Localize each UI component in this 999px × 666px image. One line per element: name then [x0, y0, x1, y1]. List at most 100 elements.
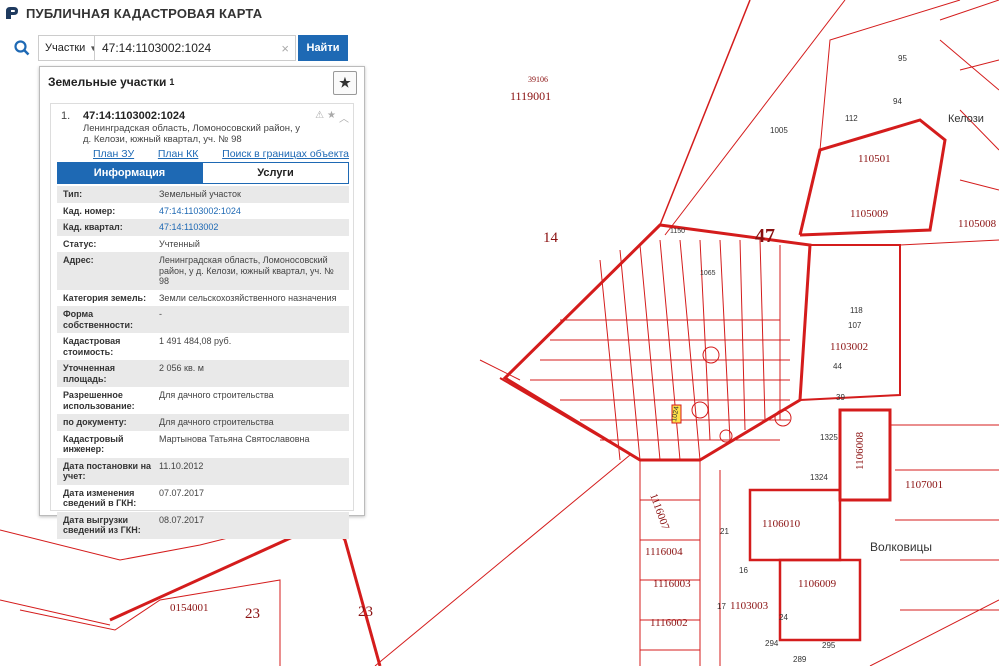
prop-key: Дата изменения сведений в ГКН:: [63, 487, 137, 509]
search-type-select[interactable]: Участки ▼: [38, 35, 97, 61]
prop-value-link[interactable]: 47:14:1103002: [159, 222, 345, 233]
prop-key: Кад. номер:: [63, 205, 116, 216]
properties-table: Тип: Земельный участок Кад. номер: 47:14:1…: [57, 186, 349, 539]
prop-row: Кад. номер: 47:14:1103002:1024: [57, 203, 349, 220]
result-cadastral-number[interactable]: 47:14:1103002:1024: [83, 110, 185, 122]
logo-icon[interactable]: [4, 5, 20, 21]
map-small-label: 1150: [670, 228, 685, 235]
prop-key: Адрес:: [63, 255, 94, 265]
tab-services[interactable]: Услуги: [202, 162, 349, 184]
quarter-label: 1116002: [650, 617, 688, 629]
result-card: 1. 47:14:1103002:1024 Ленинградская обла…: [50, 103, 354, 539]
prop-row: Уточненная площадь: 2 056 кв. м: [57, 360, 349, 387]
prop-row: Форма собственности: -: [57, 306, 349, 333]
map-small-label: 95: [898, 54, 907, 63]
map-small-label: 94: [893, 97, 902, 106]
prop-value: Земли сельскохозяйственного назначения: [159, 292, 337, 303]
map-small-label: 39: [836, 393, 845, 402]
star-icon[interactable]: ★: [327, 110, 336, 125]
prop-key: Тип:: [63, 189, 83, 199]
map-small-label: 39106: [528, 75, 548, 84]
prop-value: 11.10.2012: [159, 460, 204, 471]
district-label-23b: 23: [358, 604, 373, 620]
app-header: ПУБЛИЧНАЯ КАДАСТРОВАЯ КАРТА: [0, 0, 262, 26]
district-label-47: 47: [755, 225, 775, 247]
prop-key: Форма собственности:: [63, 309, 133, 330]
warning-icon[interactable]: ⚠: [315, 110, 324, 125]
map-small-label: 1065: [700, 270, 716, 277]
search-query: 47:14:1103002:1024: [102, 41, 212, 55]
prop-row: Дата постановки на учет: 11.10.2012: [57, 457, 349, 485]
place-label: Келози: [948, 113, 984, 125]
prop-value: 08.07.2017: [159, 514, 205, 525]
prop-key: Дата постановки на учет:: [63, 460, 152, 482]
map-small-label: 1324: [810, 473, 828, 482]
prop-row: Кад. квартал: 47:14:1103002: [57, 219, 349, 236]
quarter-label: 1116004: [645, 546, 683, 558]
map-small-label: 118: [850, 306, 863, 315]
prop-key: Уточненная площадь:: [63, 363, 115, 384]
quarter-label: 1107001: [905, 479, 943, 491]
search-input[interactable]: 47:14:1103002:1024 ×: [94, 35, 296, 61]
prop-value: Для дачного строительства: [159, 417, 274, 427]
map-small-label: 1325: [820, 433, 838, 442]
place-label: Волковицы: [870, 540, 932, 554]
map-small-label: 21: [720, 527, 729, 536]
district-label-23a: 23: [245, 606, 260, 622]
favorites-button[interactable]: ★: [333, 71, 357, 95]
result-count: 1: [169, 77, 175, 87]
search-type-value: Участки: [45, 42, 86, 54]
prop-key: по документу:: [63, 417, 127, 427]
quarter-label: 1103003: [730, 600, 769, 612]
quarter-label: 1119001: [510, 89, 551, 103]
search-icon[interactable]: [6, 34, 38, 62]
quarter-label: 0154001: [170, 602, 209, 614]
panel-header: Земельные участки 1 ★: [40, 67, 364, 97]
result-address: Ленинградская область, Ломоносовский рай…: [83, 123, 301, 145]
prop-value: 07.07.2017: [159, 487, 205, 498]
map-small-label: 44: [833, 362, 842, 371]
result-actions: ⚠ ★ ︿: [315, 110, 349, 125]
quarter-label: 1106010: [762, 518, 801, 530]
prop-value: Учтенный: [159, 238, 200, 249]
result-index: 1.: [61, 110, 71, 122]
prop-key: Кадастровая стоимость:: [63, 336, 121, 357]
quarter-label: 1103002: [830, 341, 868, 353]
prop-key: Категория земель:: [63, 292, 147, 303]
star-icon: ★: [339, 75, 351, 90]
prop-key: Разрешенное использование:: [63, 390, 135, 411]
clear-icon[interactable]: ×: [281, 41, 289, 56]
quarter-label: 1105009: [850, 208, 889, 220]
prop-row: Кадастровый инженер: Мартынова Татьяна Св…: [57, 431, 349, 458]
quarter-label: 1106009: [798, 578, 837, 590]
prop-row: Дата выгрузки сведений из ГКН: 08.07.2017: [57, 511, 349, 539]
prop-row: Категория земель: Земли сельскохозяйствен…: [57, 290, 349, 307]
prop-value: Ленинградская область, Ломоносовский рай…: [159, 255, 334, 286]
map-small-label: 107: [848, 321, 862, 330]
prop-value: 1 491 484,08 руб.: [159, 336, 232, 346]
prop-value: -: [159, 309, 162, 319]
result-tabs: Информация Услуги: [57, 162, 349, 184]
prop-row: Тип: Земельный участок: [57, 186, 349, 203]
map-small-label: 294: [765, 639, 779, 648]
map-small-label: 16: [739, 566, 748, 575]
prop-row: Кадастровая стоимость: 1 491 484,08 руб.: [57, 333, 349, 360]
search-bar: Участки ▼ 47:14:1103002:1024 × Найти: [6, 34, 348, 62]
prop-value: Для дачного строительства: [159, 390, 274, 400]
prop-value: Мартынова Татьяна Святославовна: [159, 433, 310, 444]
prop-value: 2 056 кв. м: [159, 363, 204, 373]
chevron-up-icon[interactable]: ︿: [339, 110, 349, 125]
prop-row: Статус: Учтенный: [57, 236, 349, 253]
prop-key: Кад. квартал:: [63, 222, 123, 232]
map-small-label: 17: [717, 602, 726, 611]
results-panel: Земельные участки 1 ★ 1. 47:14:1103002:1…: [39, 66, 365, 539]
map-small-label: 295: [822, 641, 836, 650]
prop-key: Дата выгрузки сведений из ГКН:: [63, 514, 141, 536]
prop-key: Статус:: [63, 238, 97, 249]
find-button[interactable]: Найти: [298, 35, 348, 61]
quarter-label: 1116003: [653, 578, 691, 590]
panel-title: Земельные участки: [48, 75, 167, 89]
tab-info[interactable]: Информация: [57, 162, 202, 184]
map-small-label: 24: [779, 613, 788, 622]
prop-value-link[interactable]: 47:14:1103002:1024: [159, 206, 345, 217]
